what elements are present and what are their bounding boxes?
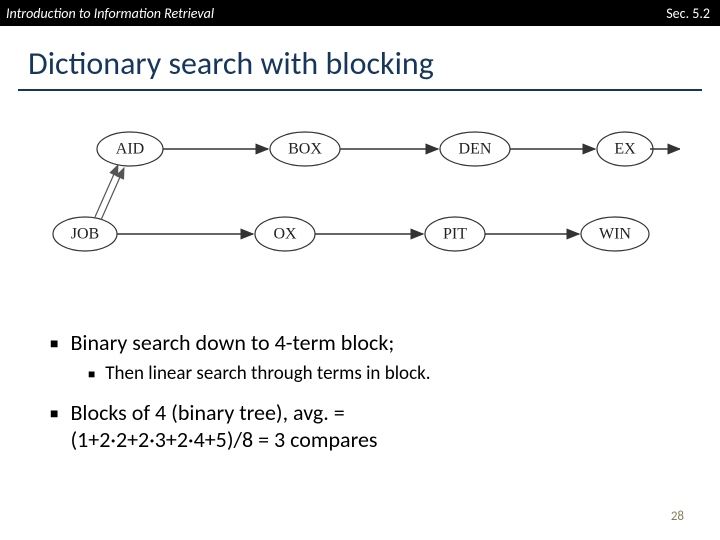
slide-header: Introduction to Information Retrieval Se…	[0, 0, 720, 26]
page-title: Dictionary search with blocking	[0, 26, 720, 89]
bullet-square-icon: ■	[50, 335, 58, 352]
node-aid: AID	[116, 141, 144, 158]
bullet-2-line1: Blocks of 4 (binary tree), avg. =	[70, 399, 344, 426]
bullet-1-1-text: Then linear search through terms in bloc…	[105, 362, 430, 385]
section-label: Sec. 5.2	[666, 5, 710, 22]
bullet-1-text: Binary search down to 4-term block;	[70, 329, 394, 356]
node-job: JOB	[71, 226, 99, 243]
bullet-1: ■ Binary search down to 4-term block;	[50, 329, 720, 356]
block-diagram: AID BOX DEN EX JOB OX PIT WIN	[40, 119, 680, 299]
node-ex: EX	[614, 141, 636, 158]
bullet-square-icon: ■	[50, 405, 58, 422]
course-title: Introduction to Information Retrieval	[6, 5, 214, 22]
title-rule	[18, 89, 702, 91]
bullet-square-icon: ■	[88, 367, 95, 382]
node-box: BOX	[288, 141, 322, 158]
bullet-2-line2: (1+2·2+2·3+2·4+5)/8 = 3 compares	[70, 426, 377, 453]
diagram-svg: AID BOX DEN EX JOB OX PIT WIN	[40, 119, 680, 299]
bullet-2: ■ Blocks of 4 (binary tree), avg. = (1+2…	[50, 399, 720, 453]
node-den: DEN	[459, 141, 492, 158]
bullet-list: ■ Binary search down to 4-term block; ■ …	[0, 299, 720, 453]
bullet-2-text: Blocks of 4 (binary tree), avg. = (1+2·2…	[70, 399, 377, 453]
node-ox: OX	[273, 226, 297, 243]
bullet-1-1: ■ Then linear search through terms in bl…	[50, 362, 720, 385]
node-win: WIN	[599, 226, 631, 243]
node-pit: PIT	[443, 226, 467, 243]
page-number: 28	[671, 509, 684, 524]
